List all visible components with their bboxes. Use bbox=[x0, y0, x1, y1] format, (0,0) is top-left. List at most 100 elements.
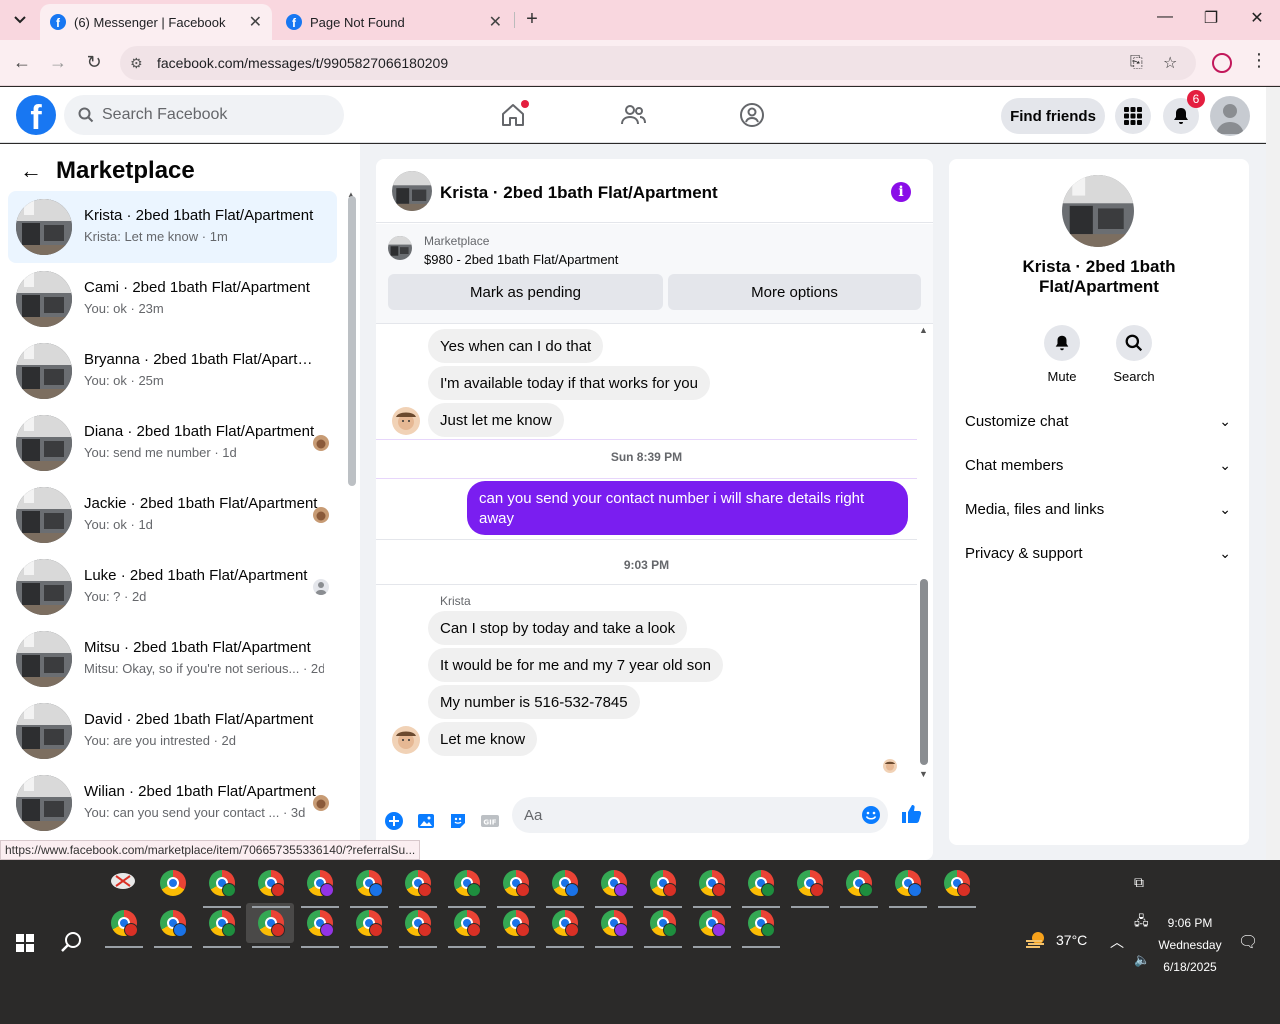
back-arrow-icon[interactable]: ← bbox=[20, 158, 42, 184]
network-icon[interactable]: 🖧 bbox=[1134, 912, 1149, 934]
restore-icon[interactable]: ❐ bbox=[1196, 8, 1226, 28]
facebook-search[interactable] bbox=[64, 95, 344, 135]
chrome-taskbar-icon[interactable] bbox=[601, 870, 628, 897]
chrome-taskbar-icon[interactable] bbox=[601, 910, 628, 937]
media-files-links-section[interactable]: Media, files and links ⌄ bbox=[965, 501, 1237, 523]
conversation-list-scrollbar[interactable] bbox=[348, 196, 356, 486]
search-icon[interactable] bbox=[60, 930, 84, 954]
tab-search-button[interactable] bbox=[8, 8, 32, 32]
page-scrollbar[interactable] bbox=[1266, 87, 1280, 860]
privacy-support-section[interactable]: Privacy & support ⌄ bbox=[965, 545, 1237, 567]
find-friends-button[interactable]: Find friends bbox=[1001, 98, 1105, 134]
message-thread[interactable]: Yes when can I do that I'm available tod… bbox=[376, 325, 933, 785]
mute-action[interactable]: Mute bbox=[1032, 325, 1092, 384]
conversation-item[interactable]: David · 2bed 1bath Flat/Apartment You: ar… bbox=[8, 695, 337, 767]
listing-thumbnail[interactable] bbox=[388, 236, 412, 260]
chrome-taskbar-icon[interactable] bbox=[895, 870, 922, 897]
gif-icon[interactable]: GIF bbox=[480, 811, 500, 831]
conversation-item[interactable]: Bryanna · 2bed 1bath Flat/Apartment You: … bbox=[8, 335, 337, 407]
chrome-taskbar-icon[interactable] bbox=[748, 870, 775, 897]
meet-now-icon[interactable]: ⧉ bbox=[1134, 874, 1144, 891]
scroll-down-arrow-icon[interactable]: ▼ bbox=[919, 769, 928, 779]
site-settings-icon[interactable]: ⚙ bbox=[130, 55, 143, 72]
close-tab-icon[interactable]: ✕ bbox=[489, 12, 502, 32]
profile-icon[interactable] bbox=[1212, 53, 1232, 73]
groups-icon[interactable] bbox=[738, 101, 766, 129]
emoji-icon[interactable] bbox=[861, 805, 881, 825]
taskbar-clock[interactable]: 9:06 PM Wednesday 6/18/2025 bbox=[1150, 912, 1230, 978]
close-tab-icon[interactable]: ✕ bbox=[249, 12, 262, 32]
chrome-taskbar-icon[interactable] bbox=[552, 870, 579, 897]
search-action[interactable]: Search bbox=[1104, 325, 1164, 384]
chrome-taskbar-icon[interactable] bbox=[258, 910, 285, 937]
forward-icon[interactable]: → bbox=[46, 52, 70, 73]
sticker-icon[interactable] bbox=[448, 811, 468, 831]
new-tab-icon[interactable]: + bbox=[520, 8, 544, 31]
tab-page-not-found[interactable]: f Page Not Found ✕ bbox=[276, 4, 512, 40]
install-app-icon[interactable]: ⎘ bbox=[1130, 54, 1143, 72]
chrome-taskbar-icon[interactable] bbox=[552, 910, 579, 937]
customize-chat-section[interactable]: Customize chat ⌄ bbox=[965, 413, 1237, 435]
reload-icon[interactable]: ↻ bbox=[82, 52, 106, 73]
bookmark-star-icon[interactable]: ☆ bbox=[1163, 53, 1177, 73]
chrome-taskbar-icon[interactable] bbox=[209, 910, 236, 937]
chrome-taskbar-icon[interactable] bbox=[650, 910, 677, 937]
chrome-taskbar-icon[interactable] bbox=[503, 870, 530, 897]
conversation-item[interactable]: Luke · 2bed 1bath Flat/Apartment You: ? ·… bbox=[8, 551, 337, 623]
close-window-icon[interactable]: ✕ bbox=[1242, 8, 1272, 28]
chrome-taskbar-icon[interactable] bbox=[405, 870, 432, 897]
snipping-tool-icon[interactable] bbox=[110, 870, 136, 892]
chrome-taskbar-icon[interactable] bbox=[454, 870, 481, 897]
conversation-item[interactable]: Krista · 2bed 1bath Flat/Apartment Krista… bbox=[8, 191, 337, 263]
chrome-taskbar-icon[interactable] bbox=[699, 910, 726, 937]
chrome-taskbar-icon[interactable] bbox=[454, 910, 481, 937]
chat-title[interactable]: Krista · 2bed 1bath Flat/Apartment bbox=[440, 183, 718, 203]
windows-start-icon[interactable] bbox=[16, 934, 34, 952]
conversation-item[interactable]: Mitsu · 2bed 1bath Flat/Apartment Mitsu: … bbox=[8, 623, 337, 695]
friends-icon[interactable] bbox=[619, 101, 647, 129]
chrome-taskbar-icon[interactable] bbox=[258, 870, 285, 897]
menu-button[interactable] bbox=[1115, 98, 1151, 134]
chrome-taskbar-icon[interactable] bbox=[405, 910, 432, 937]
conversation-item[interactable]: Jackie · 2bed 1bath Flat/Apartment You: o… bbox=[8, 479, 337, 551]
tab-messenger[interactable]: f (6) Messenger | Facebook ✕ bbox=[40, 4, 272, 40]
scroll-up-arrow-icon[interactable]: ▲ bbox=[919, 325, 928, 335]
back-icon[interactable]: ← bbox=[10, 52, 34, 73]
chrome-taskbar-icon[interactable] bbox=[356, 910, 383, 937]
listing-title[interactable]: $980 - 2bed 1bath Flat/Apartment bbox=[424, 252, 618, 267]
chrome-taskbar-icon[interactable] bbox=[797, 870, 824, 897]
plus-circle-icon[interactable] bbox=[384, 811, 404, 831]
chrome-taskbar-icon[interactable] bbox=[699, 870, 726, 897]
chrome-taskbar-icon[interactable] bbox=[846, 870, 873, 897]
browser-menu-icon[interactable]: ⋮ bbox=[1250, 50, 1268, 71]
volume-icon[interactable]: 🔈 bbox=[1134, 952, 1150, 968]
chrome-taskbar-icon[interactable] bbox=[650, 870, 677, 897]
chrome-taskbar-icon[interactable] bbox=[160, 910, 187, 937]
chrome-taskbar-icon[interactable] bbox=[503, 910, 530, 937]
more-options-button[interactable]: More options bbox=[668, 274, 921, 310]
weather-widget[interactable]: 37°C bbox=[1024, 930, 1087, 950]
facebook-logo-icon[interactable]: f bbox=[16, 95, 56, 135]
omnibox[interactable]: ⚙ facebook.com/messages/t/99058270661802… bbox=[120, 46, 1196, 80]
chrome-taskbar-icon[interactable] bbox=[209, 870, 236, 897]
chrome-taskbar-icon[interactable] bbox=[356, 870, 383, 897]
chrome-taskbar-icon[interactable] bbox=[748, 910, 775, 937]
sender-avatar[interactable] bbox=[392, 407, 420, 435]
conversation-item[interactable]: Diana · 2bed 1bath Flat/Apartment You: se… bbox=[8, 407, 337, 479]
chrome-taskbar-icon[interactable] bbox=[111, 910, 138, 937]
photo-icon[interactable] bbox=[416, 811, 436, 831]
chrome-taskbar-icon[interactable] bbox=[307, 870, 334, 897]
search-input[interactable] bbox=[102, 106, 322, 124]
details-avatar[interactable] bbox=[1062, 175, 1134, 247]
notification-center-icon[interactable]: 🗨 bbox=[1238, 932, 1258, 952]
thumbs-up-icon[interactable] bbox=[900, 803, 922, 825]
chat-avatar[interactable] bbox=[392, 171, 432, 211]
url-text[interactable]: facebook.com/messages/t/9905827066180209 bbox=[157, 55, 448, 71]
minimize-icon[interactable]: — bbox=[1150, 8, 1180, 26]
conversation-item[interactable]: Cami · 2bed 1bath Flat/Apartment You: ok … bbox=[8, 263, 337, 335]
chrome-taskbar-icon[interactable] bbox=[307, 910, 334, 937]
chat-members-section[interactable]: Chat members ⌄ bbox=[965, 457, 1237, 479]
chrome-taskbar-icon[interactable] bbox=[944, 870, 971, 897]
info-icon[interactable]: i bbox=[891, 182, 911, 202]
message-input[interactable] bbox=[512, 797, 888, 833]
